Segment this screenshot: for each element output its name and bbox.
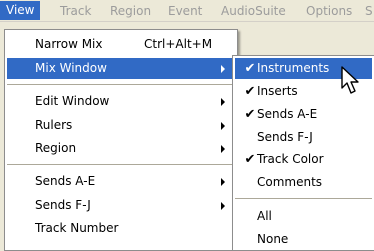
submenu-arrow-icon [221,98,225,106]
menu-item-sends-f-j[interactable]: Sends F-J [7,195,235,216]
submenu-item-sends-f-j[interactable]: Sends F-J [235,127,372,148]
submenu-item-sends-a-e[interactable]: ✔ Sends A-E [235,104,372,125]
menu-item-narrow-mix[interactable]: Narrow Mix Ctrl+Alt+M [7,34,235,55]
menu-item-shortcut: Ctrl+Alt+M [144,37,213,51]
checkmark-icon: ✔ [244,152,256,167]
menu-item-sends-a-e[interactable]: Sends A-E [7,171,235,192]
menu-audiosuite[interactable]: AudioSuite [217,3,290,19]
menu-region[interactable]: Region [106,3,155,19]
menu-item-label: Comments [257,175,323,189]
menu-item-track-number[interactable]: Track Number [7,218,235,239]
menu-item-label: Instruments [257,61,330,75]
menu-item-label: Region [35,141,77,155]
submenu-arrow-icon [221,145,225,153]
menu-view[interactable]: View [0,1,41,20]
submenu-arrow-icon [221,178,225,186]
menu-item-label: Sends A-E [257,107,318,121]
menu-item-label: Edit Window [35,94,110,108]
menu-item-region[interactable]: Region [7,138,235,159]
submenu-arrow-icon [221,122,225,130]
menu-event[interactable]: Event [164,3,206,19]
menu-item-label: All [257,209,272,223]
menu-separator [235,198,372,199]
menu-setup[interactable]: S [361,3,374,19]
menu-bar: View Track Region Event AudioSuite Optio… [0,0,374,22]
menu-item-edit-window[interactable]: Edit Window [7,91,235,112]
view-menu: Narrow Mix Ctrl+Alt+M Mix Window Edit Wi… [4,29,238,251]
checkmark-icon: ✔ [244,61,256,76]
submenu-arrow-icon [221,202,225,210]
menu-item-rulers[interactable]: Rulers [7,115,235,136]
menu-item-label: None [257,232,289,246]
menu-item-label: Sends A-E [35,174,96,188]
menu-separator [7,84,235,85]
menu-item-label: Mix Window [35,61,107,75]
submenu-item-comments[interactable]: Comments [235,172,372,193]
submenu-item-none[interactable]: None [235,229,372,250]
menu-item-label: Track Number [35,221,119,235]
menu-item-label: Narrow Mix [35,37,103,51]
menu-track[interactable]: Track [56,3,95,19]
menu-item-mix-window[interactable]: Mix Window [7,58,235,79]
submenu-item-all[interactable]: All [235,206,372,227]
menu-separator [7,164,235,165]
menu-item-label: Sends F-J [257,130,313,144]
menu-options[interactable]: Options [302,3,356,19]
submenu-arrow-icon [221,65,225,73]
submenu-item-track-color[interactable]: ✔ Track Color [235,149,372,170]
menu-item-label: Rulers [35,118,73,132]
menu-item-label: Track Color [257,152,324,166]
mouse-cursor-icon [341,66,359,94]
menu-item-label: Inserts [257,84,298,98]
menu-item-label: Sends F-J [35,198,91,212]
checkmark-icon: ✔ [244,84,256,99]
checkmark-icon: ✔ [244,107,256,122]
